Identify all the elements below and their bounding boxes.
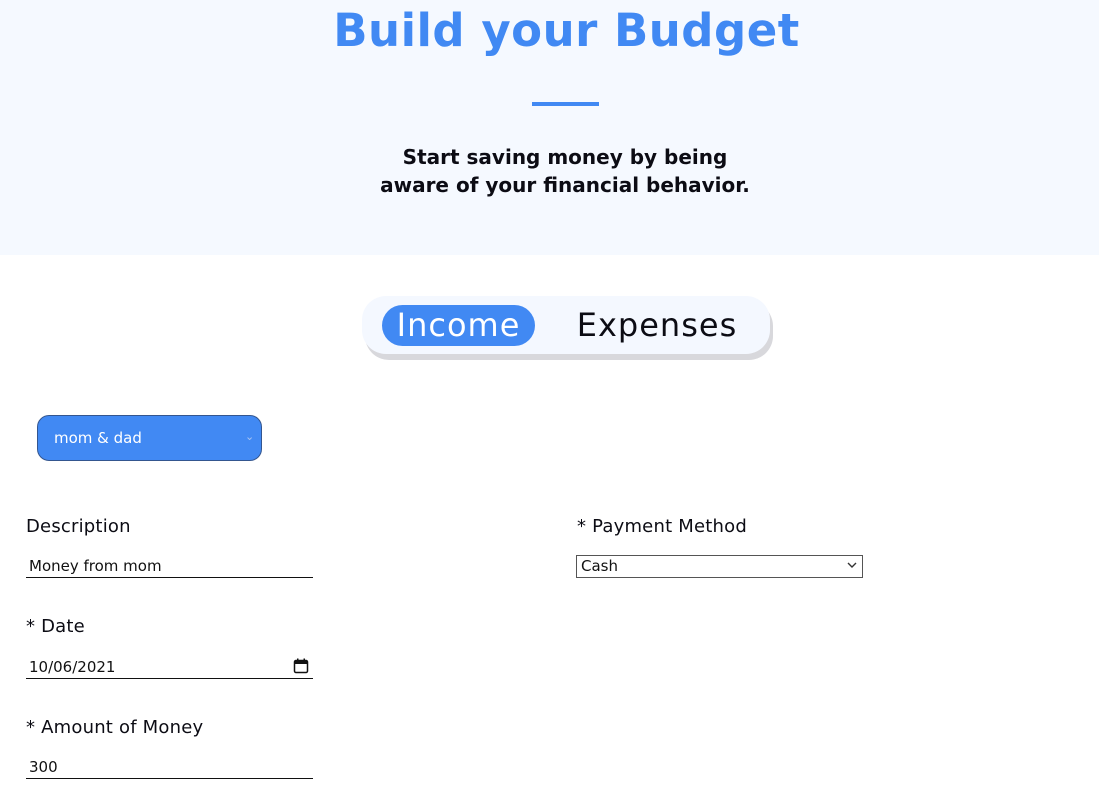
hero-subtitle: Start saving money by being aware of you… [0, 143, 1099, 199]
hero-section: Build your Budget Start saving money by … [0, 0, 1099, 255]
title-divider [532, 102, 599, 106]
amount-label: * Amount of Money [26, 717, 204, 738]
tab-expenses[interactable]: Expenses [572, 305, 742, 346]
description-input[interactable]: Money from mom [26, 555, 313, 578]
payment-method-label: * Payment Method [577, 516, 747, 537]
chevron-down-icon [847, 562, 857, 568]
date-label: * Date [26, 616, 85, 637]
tab-income[interactable]: Income [382, 305, 535, 346]
amount-value: 300 [29, 758, 58, 776]
page-title: Build your Budget [333, 4, 800, 57]
chevron-down-icon: ⌄ [245, 430, 255, 443]
payment-method-value: Cash [581, 557, 618, 575]
date-input[interactable]: 10/06/2021 [26, 656, 313, 679]
hero-subtitle-line1: Start saving money by being [402, 145, 728, 169]
hero-subtitle-line2: aware of your financial behavior. [380, 173, 750, 197]
date-value: 10/06/2021 [29, 658, 116, 676]
income-source-select[interactable]: mom & dad ⌄ [37, 415, 262, 461]
payment-method-select[interactable]: Cash [576, 555, 863, 578]
income-expenses-toggle: Income Expenses [362, 296, 770, 354]
income-source-value: mom & dad [54, 429, 142, 447]
description-label: Description [26, 516, 131, 537]
amount-input[interactable]: 300 [26, 756, 313, 779]
calendar-icon[interactable] [293, 658, 309, 674]
description-value: Money from mom [29, 557, 162, 575]
